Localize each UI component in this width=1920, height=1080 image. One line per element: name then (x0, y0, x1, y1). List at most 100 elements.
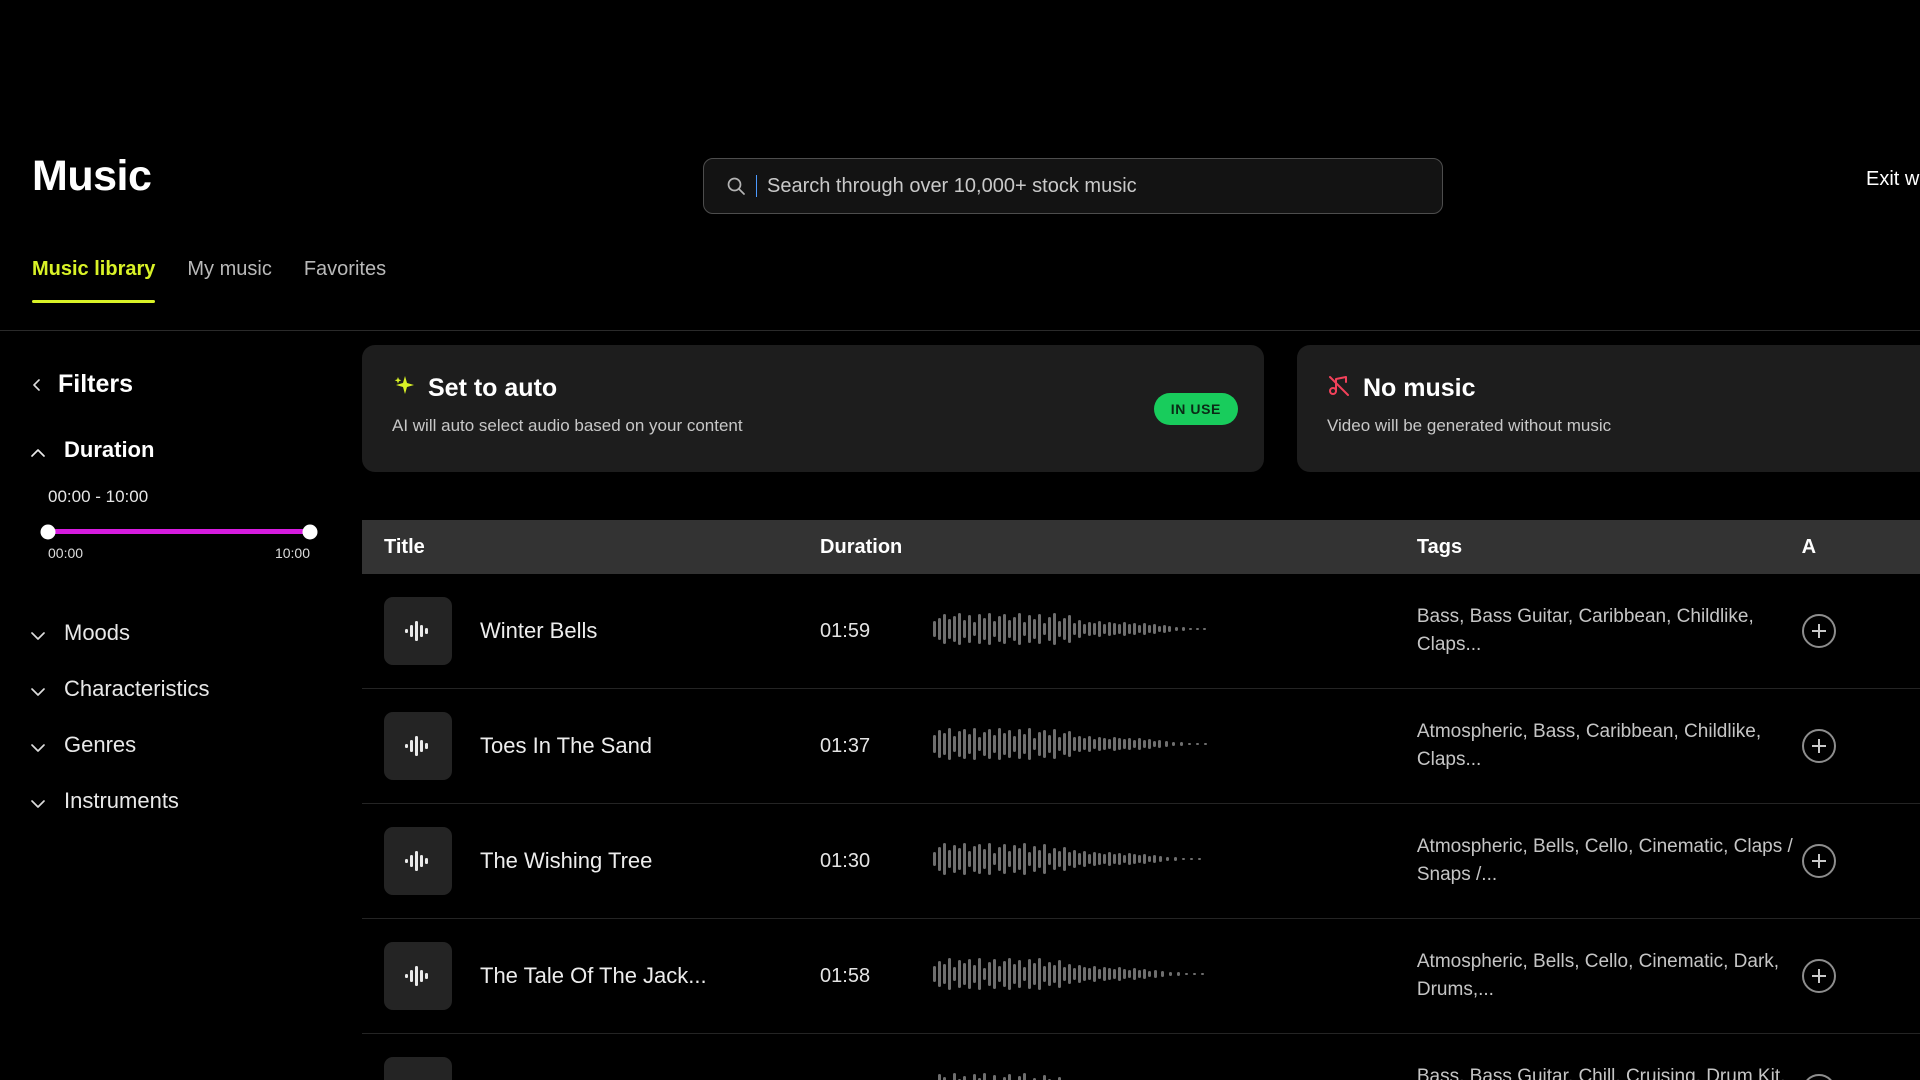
tab-my-music[interactable]: My music (187, 258, 271, 303)
filter-group-label: Duration (64, 437, 155, 462)
track-waveform[interactable] (933, 841, 1416, 882)
chevron-left-icon[interactable] (30, 378, 44, 392)
music-library-screen: Music Search through over 10,000+ stock … (0, 0, 1920, 1080)
sparkle-icon (392, 374, 416, 403)
slider-track[interactable] (40, 524, 318, 539)
slider-max-label: 10:00 (274, 545, 310, 561)
tab-bar: Music library My music Favorites (32, 258, 386, 303)
filter-group-label: Moods (64, 620, 131, 645)
search-icon (726, 176, 746, 196)
track-title: Toes In The Sand (480, 733, 653, 758)
track-tags: Bass, Bass Guitar, Caribbean, Childlike,… (1416, 606, 1754, 655)
track-title-cell: The Tale Of The Jack... (362, 942, 820, 1010)
chevron-up-icon[interactable] (30, 445, 46, 457)
column-header-duration[interactable]: Duration (820, 536, 933, 559)
tab-favorites[interactable]: Favorites (304, 258, 386, 303)
track-title-cell: Summertime Swing (362, 1057, 820, 1080)
filter-group-genres[interactable]: Genres (30, 717, 330, 773)
chevron-down-icon[interactable] (30, 684, 46, 696)
add-circle-icon[interactable] (1801, 844, 1836, 878)
filter-group-label: Genres (64, 732, 137, 757)
track-title: Winter Bells (480, 618, 598, 643)
column-header-add: A (1801, 535, 1817, 558)
duration-range-slider[interactable]: 00:00 10:00 (40, 524, 318, 561)
filter-group-moods[interactable]: Moods (30, 605, 330, 661)
music-note-off-icon (1327, 374, 1351, 403)
option-card-heading: Set to auto (392, 374, 1234, 403)
status-badge-in-use: IN USE (1153, 392, 1238, 425)
table-row[interactable]: The Wishing Tree 01:30 Atmospheric, Bell… (362, 804, 1920, 919)
track-tags: Atmospheric, Bells, Cello, Cinematic, Da… (1416, 951, 1780, 1000)
audio-option-cards: Set to auto AI will auto select audio ba… (362, 345, 1920, 472)
waveform-icon[interactable] (384, 1057, 452, 1080)
column-header-title[interactable]: Title (362, 536, 820, 559)
column-header-tags[interactable]: Tags (1417, 536, 1802, 559)
option-card-no-music[interactable]: No music Video will be generated without… (1297, 345, 1920, 472)
page-title: Music (32, 152, 152, 200)
exit-button[interactable]: Exit w (1866, 168, 1919, 191)
chevron-down-icon[interactable] (30, 740, 46, 752)
table-row[interactable]: The Tale Of The Jack... 01:58 Atmospheri… (362, 919, 1920, 1034)
track-add-cell (1801, 844, 1920, 878)
track-add-cell (1801, 959, 1920, 993)
tabs-divider (0, 330, 1920, 331)
waveform-icon[interactable] (384, 597, 452, 665)
slider-knob-max[interactable] (302, 524, 318, 539)
waveform-icon[interactable] (384, 942, 452, 1010)
add-circle-icon[interactable] (1801, 614, 1836, 648)
track-title-cell: Toes In The Sand (362, 712, 820, 780)
track-duration: 01:37 (820, 734, 871, 757)
option-card-subtitle: Video will be generated without music (1327, 416, 1612, 435)
slider-min-label: 00:00 (48, 545, 84, 561)
track-waveform[interactable] (933, 956, 1416, 997)
track-waveform[interactable] (933, 1071, 1416, 1080)
filter-group-duration[interactable]: Duration (30, 437, 330, 463)
track-tags: Atmospheric, Bells, Cello, Cinematic, Cl… (1416, 836, 1793, 885)
table-header-row: Title Duration Tags A (362, 520, 1920, 574)
track-tags: Atmospheric, Bass, Caribbean, Childlike,… (1416, 721, 1762, 770)
chevron-down-icon[interactable] (30, 796, 46, 808)
track-title: The Wishing Tree (480, 848, 653, 873)
filters-header[interactable]: Filters (30, 370, 330, 399)
table-row[interactable]: Winter Bells 01:59 Bass, Bass Guitar, Ca… (362, 574, 1920, 689)
option-card-title: Set to auto (428, 374, 558, 402)
search-placeholder: Search through over 10,000+ stock music (767, 174, 1137, 197)
option-card-subtitle: AI will auto select audio based on your … (392, 416, 743, 435)
tracks-table: Title Duration Tags A Winter Bells 01:59… (362, 520, 1920, 1080)
table-row[interactable]: Summertime Swing 01:47 (362, 1034, 1920, 1080)
option-card-title: No music (1363, 374, 1476, 402)
filter-groups: Moods Characteristics Genres Instruments (30, 605, 330, 829)
table-row[interactable]: Toes In The Sand 01:37 Atmospheric, Bass… (362, 689, 1920, 804)
add-circle-icon[interactable] (1801, 1074, 1836, 1080)
track-add-cell (1801, 614, 1920, 648)
filter-group-instruments[interactable]: Instruments (30, 773, 330, 829)
track-tags: Bass, Bass Guitar, Chill, Cruising, Drum… (1416, 1066, 1786, 1080)
option-card-set-to-auto[interactable]: Set to auto AI will auto select audio ba… (362, 345, 1264, 472)
filter-group-characteristics[interactable]: Characteristics (30, 661, 330, 717)
main-content: Set to auto AI will auto select audio ba… (362, 340, 1920, 1080)
duration-range-value: 00:00 - 10:00 (48, 487, 149, 506)
track-title-cell: Winter Bells (362, 597, 820, 665)
chevron-down-icon[interactable] (30, 628, 46, 640)
tab-music-library[interactable]: Music library (32, 258, 156, 303)
filters-title: Filters (58, 370, 134, 398)
search-input[interactable]: Search through over 10,000+ stock music (703, 158, 1443, 214)
track-duration: 01:59 (820, 619, 871, 642)
track-title-cell: The Wishing Tree (362, 827, 820, 895)
track-title: The Tale Of The Jack... (480, 963, 707, 988)
filter-group-label: Characteristics (64, 676, 210, 701)
track-add-cell (1801, 1074, 1920, 1080)
track-waveform[interactable] (933, 726, 1416, 767)
track-duration: 01:30 (820, 849, 871, 872)
text-caret (756, 175, 757, 197)
option-card-heading: No music (1327, 374, 1920, 403)
track-duration: 01:58 (820, 964, 871, 987)
filters-sidebar: Filters Duration 00:00 - 10:00 00:00 10:… (0, 340, 330, 1080)
slider-knob-min[interactable] (40, 524, 56, 539)
add-circle-icon[interactable] (1801, 729, 1836, 763)
waveform-icon[interactable] (384, 712, 452, 780)
header: Music Search through over 10,000+ stock … (0, 0, 1920, 331)
track-waveform[interactable] (933, 611, 1416, 652)
add-circle-icon[interactable] (1801, 959, 1836, 993)
waveform-icon[interactable] (384, 827, 452, 895)
